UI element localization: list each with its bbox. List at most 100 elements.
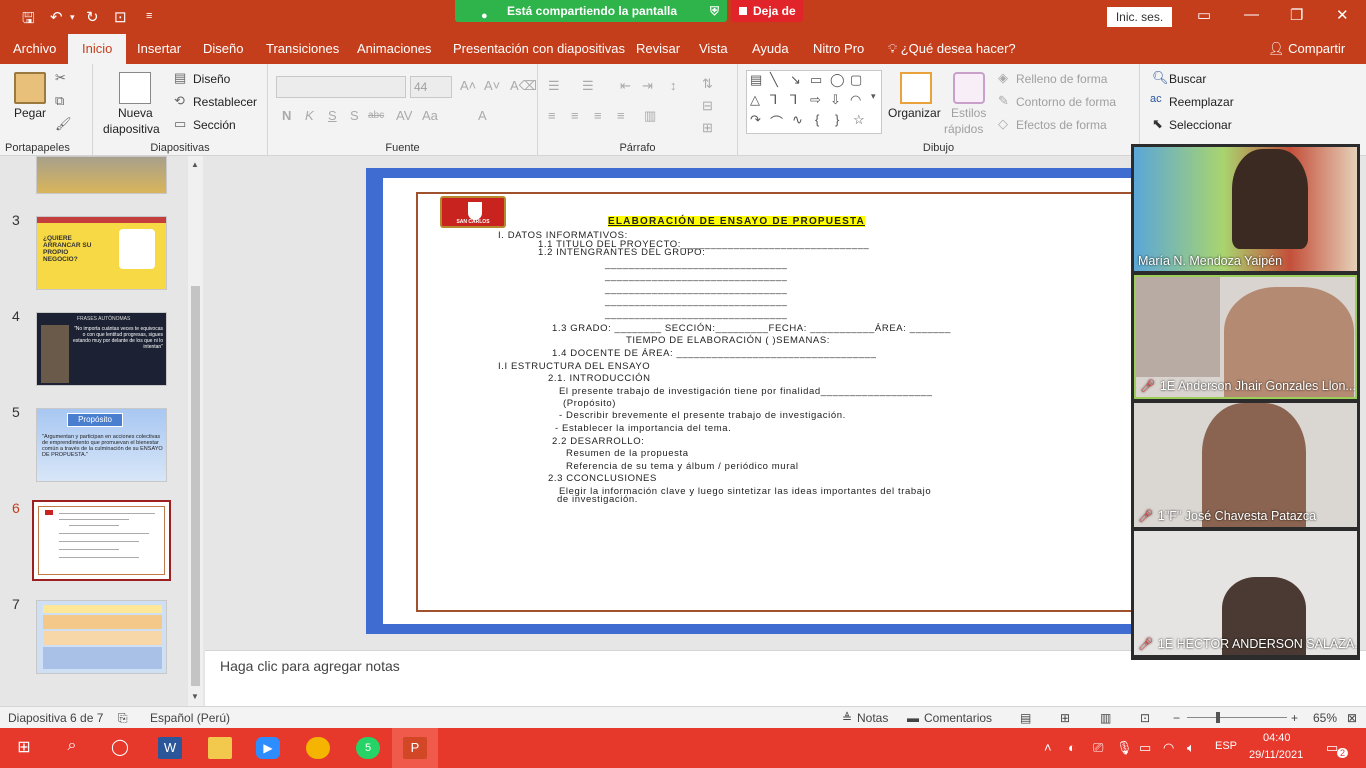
- zoom-slider-thumb[interactable]: [1216, 712, 1220, 723]
- volume-icon[interactable]: 🔈︎: [1187, 740, 1195, 756]
- scroll-down-icon[interactable]: ▼: [191, 692, 199, 701]
- slide-sorter-icon[interactable]: ⊞: [1060, 711, 1070, 725]
- replace-button[interactable]: Reemplazar: [1169, 95, 1234, 109]
- word-icon[interactable]: W: [158, 737, 182, 759]
- participant-tile[interactable]: 🎤︎ 1"F" José Chavesta Patazca: [1134, 403, 1357, 527]
- triangle-shape-icon[interactable]: △: [750, 92, 760, 108]
- textbox-shape-icon[interactable]: ▤: [750, 72, 762, 88]
- smartart-icon[interactable]: ⊞: [702, 120, 713, 136]
- slide-thumbnail-2-partial[interactable]: [36, 156, 167, 194]
- tab-archivo[interactable]: Archivo: [13, 34, 56, 64]
- star-shape-icon[interactable]: ☆: [853, 112, 865, 128]
- align-left-icon[interactable]: ≡: [548, 108, 556, 123]
- shape-outline-button[interactable]: Contorno de forma: [1016, 95, 1116, 109]
- paste-icon[interactable]: [14, 72, 46, 104]
- sign-in-button[interactable]: Inic. ses.: [1107, 7, 1172, 27]
- battery-icon[interactable]: ▭: [1139, 740, 1151, 756]
- text-direction-icon[interactable]: ⇅: [702, 76, 713, 92]
- curve-shape-icon[interactable]: ◠: [850, 92, 861, 108]
- redo-icon[interactable]: ↻: [86, 8, 99, 26]
- participant-tile[interactable]: María N. Mendoza Yaipén: [1134, 147, 1357, 271]
- zoom-out-icon[interactable]: −: [1173, 711, 1180, 725]
- change-case-icon[interactable]: Aa: [422, 108, 438, 123]
- shape-effects-button[interactable]: Efectos de forma: [1016, 118, 1107, 132]
- notes-button[interactable]: Notas: [857, 711, 888, 725]
- spellcheck-icon[interactable]: ⎘: [118, 711, 128, 726]
- slideshow-view-icon[interactable]: ⊡: [1140, 711, 1150, 725]
- section-button[interactable]: Sección: [193, 118, 236, 132]
- tab-nitro-pro[interactable]: Nitro Pro: [813, 34, 864, 64]
- scrollbar-thumb[interactable]: [191, 286, 200, 686]
- share-button[interactable]: 👤︎ Compartir: [1268, 34, 1345, 64]
- microphone-icon[interactable]: 🎙︎: [1116, 740, 1133, 756]
- thumbnail-scrollbar[interactable]: ▲ ▼: [188, 156, 203, 706]
- new-slide-label-1[interactable]: Nueva: [118, 106, 153, 120]
- quick-styles-label-1[interactable]: Estilos: [951, 106, 986, 120]
- slide-thumbnail-4[interactable]: FRASES AUTÓNOMAS "No importa cuántas vec…: [36, 312, 167, 386]
- zoom-slider[interactable]: [1187, 717, 1287, 718]
- quick-styles-icon[interactable]: [953, 72, 985, 104]
- cut-icon[interactable]: ✂: [55, 70, 66, 86]
- select-button[interactable]: Seleccionar: [1169, 118, 1232, 132]
- clock-date[interactable]: 29/11/2021: [1249, 749, 1303, 761]
- rectangle-shape-icon[interactable]: ▭: [810, 72, 822, 88]
- line-shape-icon[interactable]: ╲: [770, 72, 778, 88]
- strikethrough-icon[interactable]: abc: [368, 110, 384, 121]
- connector-shape-icon[interactable]: ⅂: [790, 92, 797, 108]
- numbering-icon[interactable]: ☰: [582, 78, 594, 94]
- slide-thumbnail-6-selected[interactable]: [32, 500, 171, 581]
- whatsapp-icon[interactable]: 5: [356, 737, 380, 759]
- font-size-input[interactable]: 44: [410, 76, 452, 98]
- zoom-level[interactable]: 65%: [1313, 711, 1337, 725]
- italic-icon[interactable]: K: [305, 108, 314, 123]
- powerpoint-taskbar-active[interactable]: P: [392, 728, 438, 768]
- undo-dropdown-icon[interactable]: ▾: [70, 12, 75, 23]
- align-center-icon[interactable]: ≡: [571, 108, 579, 123]
- undo-icon[interactable]: ↶: [50, 8, 63, 26]
- customize-toolbar-icon[interactable]: ≡: [146, 10, 152, 22]
- new-slide-icon[interactable]: [119, 72, 151, 104]
- fit-to-window-icon[interactable]: ⊠: [1347, 711, 1357, 725]
- curve-arrow-shape-icon[interactable]: ↷: [750, 112, 761, 128]
- present-icon[interactable]: ⊡: [114, 8, 127, 26]
- reset-button[interactable]: Restablecer: [193, 95, 257, 109]
- clock-time[interactable]: 04:40: [1263, 732, 1291, 744]
- copy-icon[interactable]: ⧉: [55, 93, 64, 109]
- reading-view-icon[interactable]: ▥: [1100, 711, 1111, 725]
- windows-start-icon[interactable]: ⊞: [12, 737, 36, 759]
- right-brace-shape-icon[interactable]: }: [835, 112, 839, 127]
- comments-button[interactable]: Comentarios: [924, 711, 992, 725]
- zoom-in-icon[interactable]: +: [1291, 711, 1298, 725]
- spacing-icon[interactable]: AV: [396, 108, 412, 123]
- find-button[interactable]: Buscar: [1169, 72, 1206, 86]
- grow-font-icon[interactable]: A˄: [460, 78, 476, 93]
- layout-button[interactable]: Diseño: [193, 72, 230, 86]
- underline-icon[interactable]: S: [328, 108, 337, 123]
- left-brace-shape-icon[interactable]: {: [815, 112, 819, 127]
- curve-line-shape-icon[interactable]: ⌒: [770, 112, 783, 131]
- quick-styles-label-2[interactable]: rápidos: [944, 122, 983, 136]
- bullets-icon[interactable]: ☰: [548, 78, 560, 94]
- participant-tile[interactable]: 🎤︎ 1E HECTOR ANDERSON SALAZA...: [1134, 531, 1357, 655]
- stop-sharing-button[interactable]: Deja de: [731, 0, 803, 22]
- search-icon[interactable]: ⌕: [60, 737, 84, 759]
- line-spacing-icon[interactable]: ↕: [670, 78, 677, 93]
- arrow-shape-icon[interactable]: ↘: [790, 72, 801, 88]
- arrange-button[interactable]: Organizar: [888, 106, 941, 120]
- tab-animaciones[interactable]: Animaciones: [357, 34, 431, 64]
- align-right-icon[interactable]: ≡: [594, 108, 602, 123]
- down-arrow-shape-icon[interactable]: ⇩: [830, 92, 841, 108]
- columns-icon[interactable]: ▥: [644, 108, 656, 124]
- file-explorer-icon[interactable]: [208, 737, 232, 759]
- show-hidden-icons[interactable]: ˄: [1044, 740, 1052, 755]
- shapes-gallery[interactable]: ▤ ╲ ↘ ▭ ◯ ▢ △ ⅂ ⅂ ⇨ ⇩ ◠ ↷ ⌒ ∿ { } ☆ ▾: [746, 70, 882, 134]
- tab-transiciones[interactable]: Transiciones: [266, 34, 339, 64]
- tab-ayuda[interactable]: Ayuda: [752, 34, 789, 64]
- tab-revisar[interactable]: Revisar: [636, 34, 680, 64]
- chrome-icon[interactable]: [306, 737, 330, 759]
- participant-tile[interactable]: 🎤︎ 1E Anderson Jhair Gonzales Llon...: [1134, 275, 1357, 399]
- freeform-shape-icon[interactable]: ∿: [792, 112, 803, 128]
- wifi-icon[interactable]: ◠: [1163, 740, 1174, 756]
- tab-insertar[interactable]: Insertar: [137, 34, 181, 64]
- rounded-rect-shape-icon[interactable]: ▢: [850, 72, 862, 88]
